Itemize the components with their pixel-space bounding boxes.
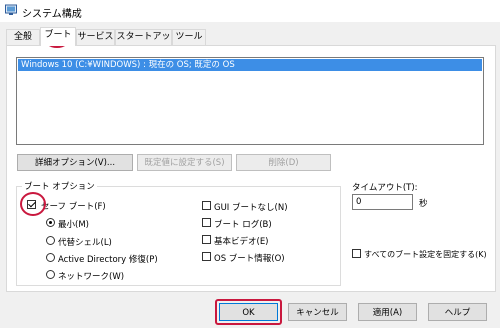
safe-boot-checkbox[interactable] <box>27 200 36 209</box>
os-boot-info-checkbox[interactable] <box>202 252 211 261</box>
tab-boot[interactable]: ブート <box>40 27 76 46</box>
cancel-button[interactable]: キャンセル <box>288 303 347 321</box>
base-video-label: 基本ビデオ(E) <box>214 237 269 247</box>
tab-tools[interactable]: ツール <box>172 29 206 45</box>
set-default-button[interactable]: 既定値に設定する(S) <box>137 154 232 171</box>
window-title: システム構成 <box>22 9 82 20</box>
timeout-input[interactable]: 0 <box>352 194 413 210</box>
system-config-icon <box>5 4 17 16</box>
advanced-options-button[interactable]: 詳細オプション(V)... <box>17 154 133 171</box>
make-permanent-label: すべてのブート設定を固定する(K) <box>364 250 487 259</box>
network-label: ネットワーク(W) <box>58 272 125 282</box>
active-directory-label: Active Directory 修復(P) <box>58 255 158 265</box>
no-gui-boot-checkbox[interactable] <box>202 201 211 210</box>
tab-general[interactable]: 全般 <box>6 29 40 45</box>
os-listbox[interactable]: Windows 10 (C:¥WINDOWS) : 現在の OS; 既定の OS <box>16 57 484 145</box>
boot-log-label: ブート ログ(B) <box>214 220 272 230</box>
os-list-item[interactable]: Windows 10 (C:¥WINDOWS) : 現在の OS; 既定の OS <box>18 59 482 71</box>
make-permanent-checkbox[interactable] <box>352 249 361 258</box>
tab-services[interactable]: サービス <box>76 29 115 45</box>
minimal-label: 最小(M) <box>58 220 89 230</box>
help-button[interactable]: ヘルプ <box>428 303 487 321</box>
alternate-shell-label: 代替シェル(L) <box>58 238 112 248</box>
boot-options-label: ブート オプション <box>22 180 97 192</box>
apply-button[interactable]: 適用(A) <box>358 303 417 321</box>
network-radio[interactable] <box>46 270 55 279</box>
safe-boot-label: セーフ ブート(F) <box>41 202 106 212</box>
active-directory-radio[interactable] <box>46 253 55 262</box>
timeout-label: タイムアウト(T): <box>352 183 418 193</box>
tab-startup[interactable]: スタートアップ <box>115 29 172 57</box>
delete-button[interactable]: 削除(D) <box>236 154 331 171</box>
ok-button[interactable]: OK <box>219 303 278 321</box>
os-boot-info-label: OS ブート情報(O) <box>214 254 285 264</box>
minimal-radio[interactable] <box>46 218 55 227</box>
timeout-unit: 秒 <box>419 199 428 209</box>
no-gui-boot-label: GUI ブートなし(N) <box>214 203 288 213</box>
alternate-shell-radio[interactable] <box>46 236 55 245</box>
base-video-checkbox[interactable] <box>202 235 211 244</box>
boot-log-checkbox[interactable] <box>202 218 211 227</box>
